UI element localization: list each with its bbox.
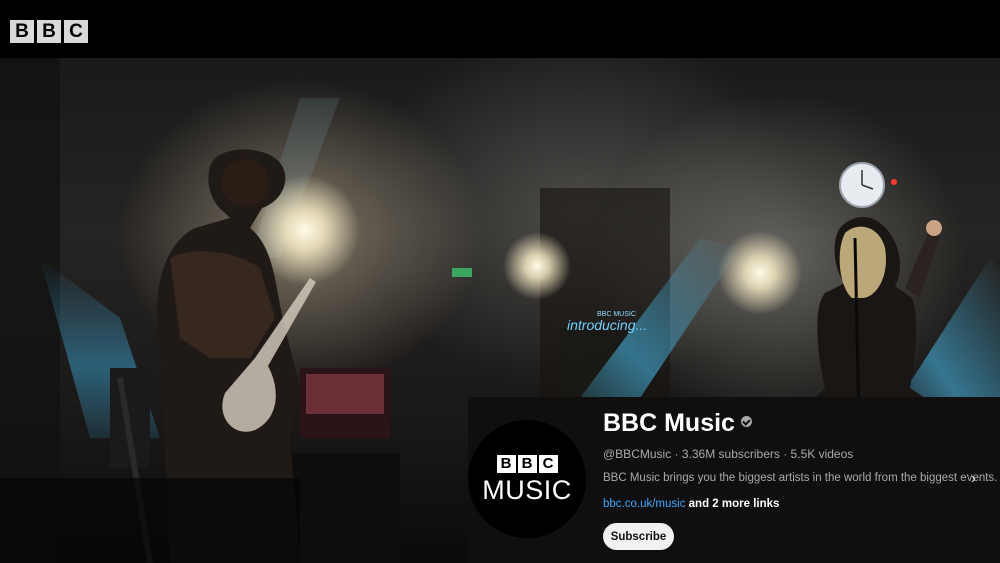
channel-card: B B C MUSIC BBC Music @BBCMusic · 3.36M … (468, 397, 1000, 563)
channel-name[interactable]: BBC Music (603, 409, 752, 438)
stage-sign: introducing... (567, 317, 647, 333)
avatar-logo-b1: B (496, 454, 516, 473)
channel-name-text: BBC Music (603, 409, 735, 437)
avatar-music-text: MUSIC (482, 474, 572, 505)
avatar-logo-b2: B (517, 454, 537, 473)
verified-badge-icon (740, 415, 752, 427)
bbc-logo-b2: B (37, 20, 61, 43)
subscribe-button[interactable]: Subscribe (603, 523, 674, 550)
avatar-bbc-logo: B B C (496, 454, 558, 473)
chevron-right-icon[interactable]: › (971, 470, 976, 487)
avatar-logo-c: C (538, 454, 558, 473)
channel-stats: @BBCMusic · 3.36M subscribers · 5.5K vid… (603, 447, 854, 461)
channel-avatar[interactable]: B B C MUSIC (468, 420, 586, 538)
bbc-logo-b1: B (10, 20, 34, 43)
channel-description[interactable]: BBC Music brings you the biggest artists… (603, 472, 997, 484)
channel-link[interactable]: bbc.co.uk/music (603, 498, 685, 510)
bbc-logo-c: C (64, 20, 88, 43)
top-bar: B B C (0, 0, 1000, 58)
more-links[interactable]: and 2 more links (689, 498, 780, 510)
channel-links: bbc.co.uk/music and 2 more links (603, 498, 779, 510)
bbc-logo[interactable]: B B C (10, 20, 88, 43)
